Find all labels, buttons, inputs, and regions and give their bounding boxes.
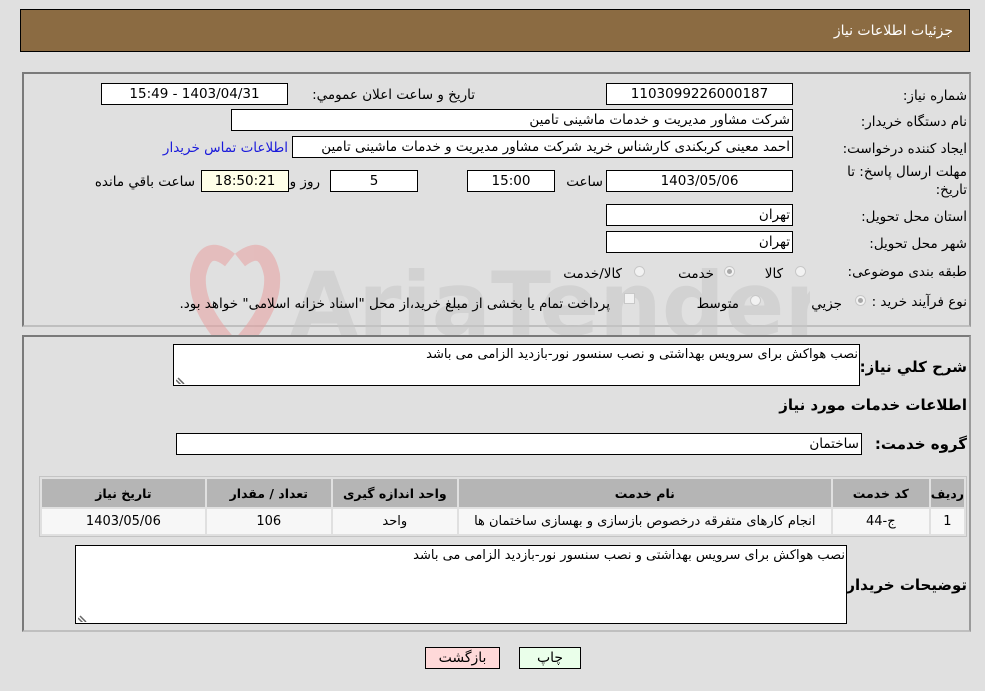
announce-label: تاریخ و ساعت اعلان عمومي: xyxy=(312,87,475,103)
resize-handle-icon[interactable] xyxy=(78,612,88,622)
services-table: ردیف کد خدمت نام خدمت واحد اندازه گیری ت… xyxy=(39,476,967,537)
cell-unit: واحد xyxy=(332,509,457,534)
province-label: استان محل تحویل: xyxy=(861,209,967,225)
treasury-note: پرداخت تمام یا بخشی از مبلغ خرید،از محل … xyxy=(179,296,610,312)
cell-service-code: ج-44 xyxy=(832,509,929,534)
description-textarea[interactable]: نصب هواکش برای سرویس بهداشتی و نصب سنسور… xyxy=(173,344,860,386)
process-type-label: نوع فرآیند خرید : xyxy=(871,294,967,310)
buyer-org-label: نام دستگاه خریدار: xyxy=(860,114,967,130)
col-service-name: نام خدمت xyxy=(458,479,831,507)
services-section-title: اطلاعات خدمات مورد نیاز xyxy=(779,396,967,414)
remaining-time-field: 18:50:21 xyxy=(201,170,289,192)
days-remaining-field: 5 xyxy=(330,170,418,192)
deadline-time-label: ساعت xyxy=(566,174,603,190)
category-radio-goods[interactable] xyxy=(795,266,806,277)
service-group-label: گروه خدمت: xyxy=(874,435,967,453)
city-field: تهران xyxy=(606,231,793,253)
cell-service-name: انجام کارهای متفرقه درخصوص بازسازی و بهس… xyxy=(458,509,831,534)
page-title: جزئیات اطلاعات نیاز xyxy=(833,23,953,39)
category-radio-service[interactable] xyxy=(724,266,735,277)
table-row: 1 ج-44 انجام کارهای متفرقه درخصوص بازساز… xyxy=(42,509,964,534)
cell-row-number: 1 xyxy=(930,509,964,534)
buyer-contact-link[interactable]: اطلاعات تماس خریدار xyxy=(163,140,288,156)
process-radio-medium[interactable] xyxy=(750,295,761,306)
resize-handle-icon[interactable] xyxy=(176,374,186,384)
table-header-row: ردیف کد خدمت نام خدمت واحد اندازه گیری ت… xyxy=(42,479,964,507)
days-label: روز و xyxy=(289,174,320,190)
treasury-checkbox[interactable] xyxy=(624,293,635,304)
col-quantity: تعداد / مقدار xyxy=(206,479,331,507)
col-unit: واحد اندازه گیری xyxy=(332,479,457,507)
category-radio-goods-service[interactable] xyxy=(634,266,645,277)
category-label: طبقه بندی موضوعی: xyxy=(847,264,967,280)
buyer-notes-label: توضیحات خریدار: xyxy=(840,576,967,594)
deadline-time-field: 15:00 xyxy=(467,170,555,192)
deadline-label: مهلت ارسال پاسخ: تا xyxy=(847,164,967,180)
buyer-notes-textarea[interactable]: نصب هواکش برای سرویس بهداشتی و نصب سنسور… xyxy=(75,545,847,624)
province-field: تهران xyxy=(606,204,793,226)
col-service-code: کد خدمت xyxy=(832,479,929,507)
page-header: جزئیات اطلاعات نیاز xyxy=(20,9,970,52)
deadline-date-field: 1403/05/06 xyxy=(606,170,793,192)
deadline-label-date: تاریخ: xyxy=(935,182,967,198)
category-option-goods-service: کالا/خدمت xyxy=(563,266,622,282)
col-need-date: تاریخ نیاز xyxy=(42,479,205,507)
cell-need-date: 1403/05/06 xyxy=(42,509,205,534)
cell-quantity: 106 xyxy=(206,509,331,534)
category-option-service: خدمت xyxy=(678,266,714,282)
print-button[interactable]: چاپ xyxy=(519,647,581,669)
category-option-goods: کالا xyxy=(764,266,783,282)
col-row-number: ردیف xyxy=(930,479,964,507)
buyer-notes-text: نصب هواکش برای سرویس بهداشتی و نصب سنسور… xyxy=(413,548,845,563)
service-group-field: ساختمان xyxy=(176,433,862,455)
process-option-minor: جزیي xyxy=(811,296,842,312)
need-number-field: 1103099226000187 xyxy=(606,83,793,105)
buyer-org-field: شرکت مشاور مدیریت و خدمات ماشینی تامین xyxy=(231,109,793,131)
description-label: شرح کلي نیاز: xyxy=(859,358,967,376)
need-number-label: شماره نیاز: xyxy=(902,88,967,104)
remaining-time-label: ساعت باقي مانده xyxy=(94,174,195,190)
process-option-medium: متوسط xyxy=(696,296,739,312)
announce-datetime-field: 1403/04/31 - 15:49 xyxy=(101,83,288,105)
creator-label: ایجاد کننده درخواست: xyxy=(842,141,967,157)
process-radio-minor[interactable] xyxy=(855,295,866,306)
creator-field: احمد معینی کربکندی کارشناس خرید شرکت مشا… xyxy=(292,136,793,158)
city-label: شهر محل تحویل: xyxy=(869,236,967,252)
description-text: نصب هواکش برای سرویس بهداشتی و نصب سنسور… xyxy=(426,347,858,362)
back-button[interactable]: بازگشت xyxy=(425,647,500,669)
